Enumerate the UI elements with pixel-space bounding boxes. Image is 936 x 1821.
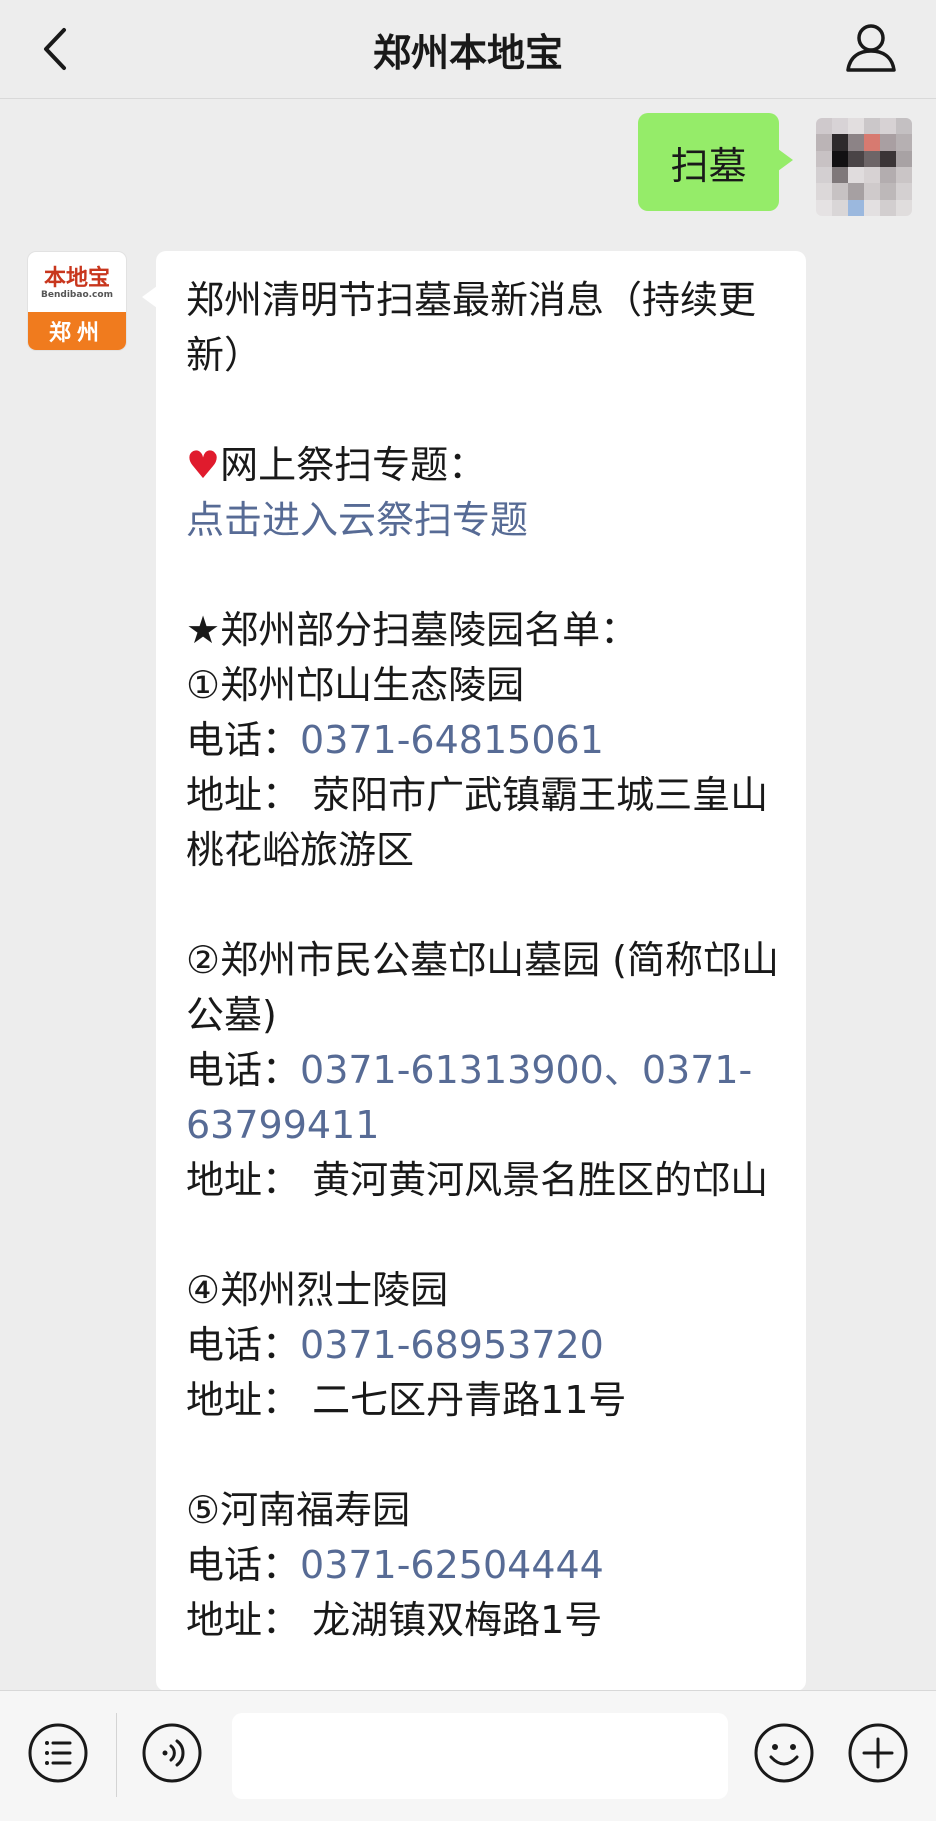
official-account-avatar[interactable]: 本地宝 Bendibao.com 郑州 xyxy=(28,252,126,350)
list-menu-icon xyxy=(28,1723,88,1783)
sent-message-text: 扫墓 xyxy=(670,143,747,188)
emoji-button[interactable] xyxy=(752,1721,816,1785)
phone-label: 电话： xyxy=(186,718,301,762)
cemetery-name: ①郑州邙山生态陵园 xyxy=(186,663,525,707)
logo-subtext: Bendibao.com xyxy=(41,290,113,300)
cemetery-address: 地址： 二七区丹青路11号 xyxy=(186,1378,627,1422)
chat-title: 郑州本地宝 xyxy=(372,31,563,75)
cemetery-name: ⑤河南福寿园 xyxy=(186,1488,411,1532)
sent-message-bubble[interactable]: 扫墓 xyxy=(638,113,793,211)
person-icon xyxy=(846,24,896,72)
cemetery-address: 地址： 龙湖镇双梅路1号 xyxy=(186,1598,603,1642)
user-avatar[interactable] xyxy=(816,118,912,216)
cemetery-name: ④郑州烈士陵园 xyxy=(186,1268,449,1312)
phone-label: 电话： xyxy=(186,1543,301,1587)
cemetery-address: 地址： 黄河黄河风景名胜区的邙山 xyxy=(186,1158,769,1202)
phone-link[interactable]: 0371-64815061 xyxy=(300,718,604,762)
menu-divider xyxy=(116,1713,117,1797)
phone-label: 电话： xyxy=(186,1323,301,1367)
online-heading: 网上祭扫专题： xyxy=(220,443,487,487)
cemetery-name: ②郑州市民公墓邙山墓园 (简称邙山公墓) xyxy=(186,938,779,1037)
reply-message-bubble[interactable]: 郑州清明节扫墓最新消息（持续更新） ♥网上祭扫专题： 点击进入云祭扫专题 ★郑州… xyxy=(156,251,806,1691)
online-memorial-link[interactable]: 点击进入云祭扫专题 xyxy=(186,498,528,542)
phone-label: 电话： xyxy=(186,1048,301,1092)
bubble-tail xyxy=(142,286,157,308)
top-bar: 郑州本地宝 xyxy=(0,0,936,99)
heart-icon: ♥ xyxy=(186,443,221,487)
cemetery-address: 地址： 荥阳市广武镇霸王城三皇山桃花峪旅游区 xyxy=(186,773,769,872)
logo-city: 郑州 xyxy=(28,312,126,350)
plus-icon xyxy=(848,1723,908,1783)
voice-icon xyxy=(142,1723,202,1783)
phone-link[interactable]: 0371-62504444 xyxy=(300,1543,604,1587)
voice-button[interactable] xyxy=(140,1721,204,1785)
input-bar xyxy=(0,1690,936,1821)
profile-button[interactable] xyxy=(842,18,900,76)
phone-link[interactable]: 0371-68953720 xyxy=(300,1323,604,1367)
logo-text: 本地宝 xyxy=(43,266,110,291)
reply-message-content: 郑州清明节扫墓最新消息（持续更新） ♥网上祭扫专题： 点击进入云祭扫专题 ★郑州… xyxy=(186,273,786,1648)
reply-title: 郑州清明节扫墓最新消息（持续更新） xyxy=(186,278,757,377)
list-heading: ★郑州部分扫墓陵园名单： xyxy=(186,608,639,652)
emoji-icon xyxy=(754,1723,814,1783)
more-button[interactable] xyxy=(846,1721,910,1785)
menu-button[interactable] xyxy=(26,1721,90,1785)
message-input[interactable] xyxy=(232,1713,728,1799)
